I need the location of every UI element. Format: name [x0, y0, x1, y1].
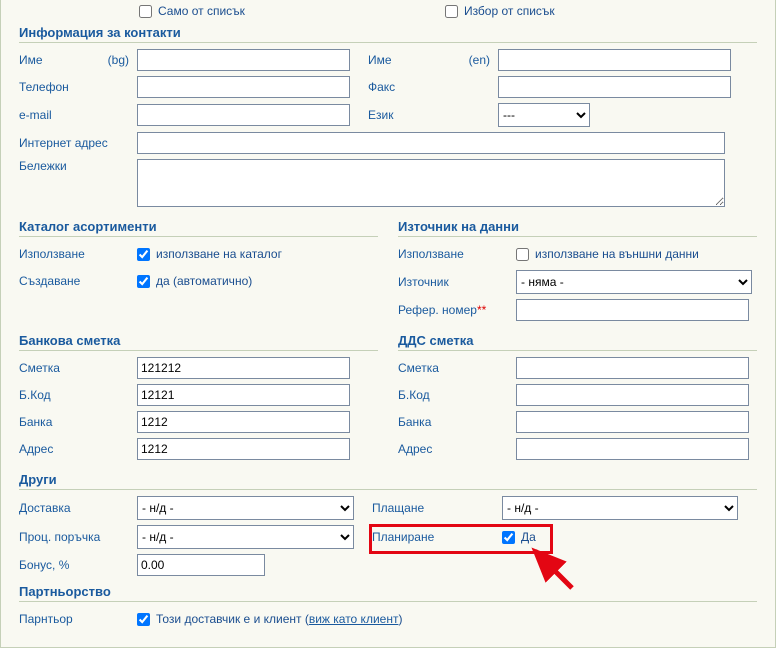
payment-label: Плащане [372, 501, 502, 515]
bank-account-label: Сметка [19, 361, 137, 375]
vat-address-label: Адрес [398, 442, 516, 456]
language-select[interactable]: --- [498, 103, 590, 127]
section-contact-info: Информация за контакти [19, 22, 757, 43]
datasource-ref-label: Рефер. номер** [398, 303, 516, 317]
datasource-use-check-label: използване на външни данни [535, 247, 699, 261]
proc-order-label: Проц. поръчка [19, 530, 137, 544]
bonus-label: Бонус, % [19, 558, 137, 572]
vat-name-input[interactable] [516, 411, 749, 433]
notes-label: Бележки [19, 159, 137, 173]
vat-address-input[interactable] [516, 438, 749, 460]
name-en-label: Име [368, 53, 392, 67]
delivery-label: Доставка [19, 501, 137, 515]
planning-label: Планиране [372, 530, 502, 544]
select-from-list-checkbox[interactable] [445, 5, 458, 18]
catalog-use-check-label: използване на каталог [156, 247, 282, 261]
bank-name-input[interactable] [137, 411, 350, 433]
select-from-list-label: Избор от списък [464, 4, 555, 18]
planning-checkbox[interactable] [502, 531, 515, 544]
section-partnership: Партньорство [19, 581, 757, 602]
url-input[interactable] [137, 132, 725, 154]
datasource-source-select[interactable]: - няма - [516, 270, 752, 294]
vat-code-input[interactable] [516, 384, 749, 406]
partner-label: Парнтьор [19, 612, 137, 626]
section-bank: Банкова сметка [19, 330, 378, 351]
language-label: Език [368, 108, 498, 122]
catalog-create-label: Създаване [19, 274, 137, 288]
delivery-select[interactable]: - н/д - [137, 496, 354, 520]
name-bg-input[interactable] [137, 49, 350, 71]
bonus-input[interactable] [137, 554, 265, 576]
partner-close-paren: ) [398, 612, 402, 626]
section-vat: ДДС сметка [398, 330, 757, 351]
only-from-list-checkbox[interactable] [139, 5, 152, 18]
catalog-use-label: Използване [19, 247, 137, 261]
phone-input[interactable] [137, 76, 350, 98]
fax-label: Факс [368, 80, 498, 94]
bank-code-label: Б.Код [19, 388, 137, 402]
phone-label: Телефон [19, 80, 137, 94]
name-label: Име [19, 53, 43, 67]
fax-input[interactable] [498, 76, 731, 98]
vat-account-input[interactable] [516, 357, 749, 379]
catalog-create-checkbox[interactable] [137, 275, 150, 288]
email-label: e-mail [19, 108, 137, 122]
datasource-source-label: Източник [398, 275, 516, 289]
notes-textarea[interactable] [137, 159, 725, 207]
catalog-use-checkbox[interactable] [137, 248, 150, 261]
name-en-input[interactable] [498, 49, 731, 71]
payment-select[interactable]: - н/д - [502, 496, 738, 520]
datasource-ref-input[interactable] [516, 299, 749, 321]
lang-bg-tag: (bg) [108, 53, 129, 67]
planning-check-label: Да [521, 530, 536, 544]
section-catalog: Каталог асортименти [19, 216, 378, 237]
datasource-use-checkbox[interactable] [516, 248, 529, 261]
top-options-row: Само от списък Избор от списък [19, 4, 757, 18]
bank-account-input[interactable] [137, 357, 350, 379]
vat-account-label: Сметка [398, 361, 516, 375]
email-input[interactable] [137, 104, 350, 126]
only-from-list-label: Само от списък [158, 4, 245, 18]
bank-name-label: Банка [19, 415, 137, 429]
section-datasource: Източник на данни [398, 216, 757, 237]
bank-code-input[interactable] [137, 384, 350, 406]
lang-en-tag: (en) [469, 53, 490, 67]
vat-name-label: Банка [398, 415, 516, 429]
partner-check-label: Този доставчик е и клиент ( [156, 612, 309, 626]
catalog-create-check-label: да (автоматично) [156, 274, 252, 288]
view-as-client-link[interactable]: виж като клиент [309, 612, 399, 626]
vat-code-label: Б.Код [398, 388, 516, 402]
partner-checkbox[interactable] [137, 613, 150, 626]
url-label: Интернет адрес [19, 136, 137, 150]
proc-order-select[interactable]: - н/д - [137, 525, 354, 549]
datasource-use-label: Използване [398, 247, 516, 261]
bank-address-input[interactable] [137, 438, 350, 460]
bank-address-label: Адрес [19, 442, 137, 456]
section-other: Други [19, 469, 757, 490]
